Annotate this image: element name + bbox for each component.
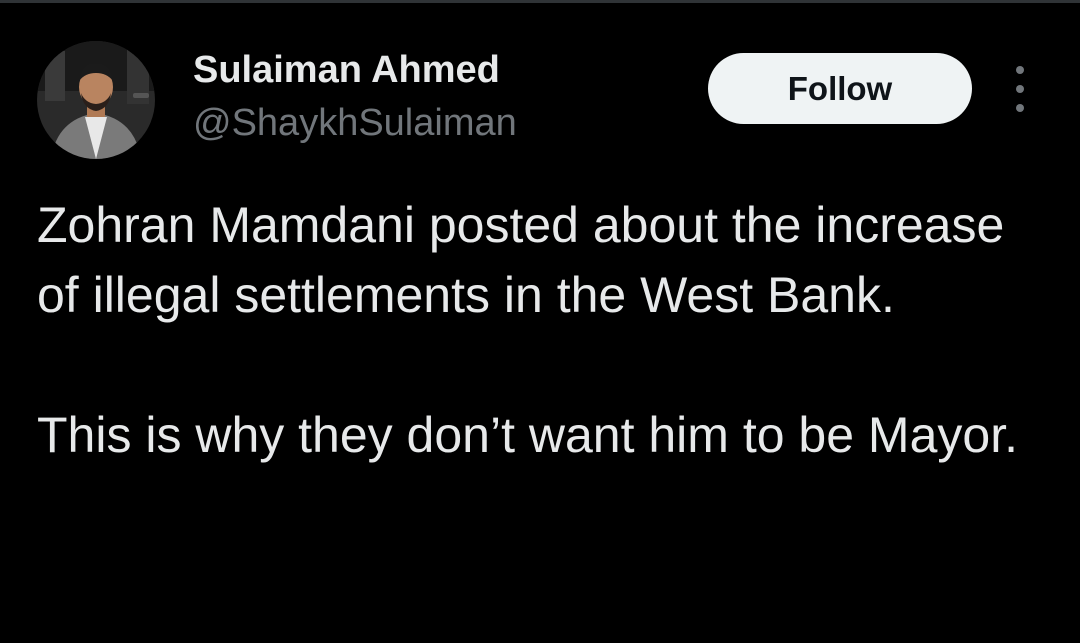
tweet-paragraph: This is why they don’t want him to be Ma… <box>37 407 1018 463</box>
top-divider <box>0 0 1080 3</box>
profile-photo-icon <box>37 41 155 159</box>
more-vertical-icon[interactable] <box>1003 66 1037 112</box>
avatar[interactable] <box>37 41 155 159</box>
tweet-body: Zohran Mamdani posted about the increase… <box>37 190 1047 470</box>
follow-button[interactable]: Follow <box>708 53 972 124</box>
author-handle[interactable]: @ShaykhSulaiman <box>193 101 517 145</box>
more-dot <box>1016 104 1024 112</box>
tweet-paragraph: Zohran Mamdani posted about the increase… <box>37 197 1005 323</box>
author-name[interactable]: Sulaiman Ahmed <box>193 48 500 92</box>
more-dot <box>1016 85 1024 93</box>
more-dot <box>1016 66 1024 74</box>
